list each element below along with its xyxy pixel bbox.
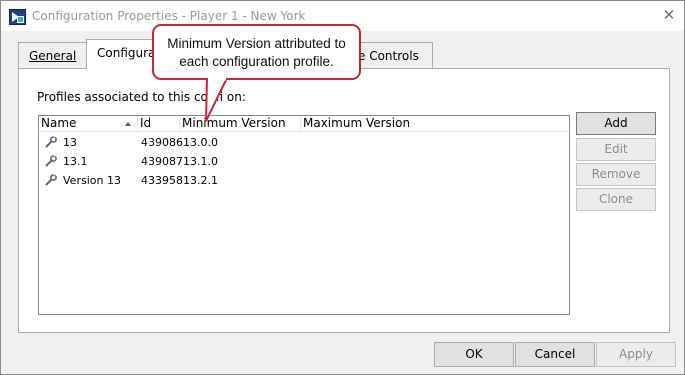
add-button-label: Add: [604, 116, 628, 130]
window-title: Configuration Properties - Player 1 - Ne…: [32, 9, 306, 23]
cancel-button[interactable]: Cancel: [515, 342, 595, 367]
row-min-version: 13.0.0: [183, 136, 218, 149]
row-name: Version 13: [63, 174, 121, 187]
callout-text: Minimum Version attributed to each confi…: [156, 35, 357, 71]
sort-ascending-icon: [125, 122, 131, 126]
callout-line-1: Minimum Version attributed to: [167, 36, 346, 51]
edit-button-label: Edit: [604, 142, 628, 156]
column-max-label: Maximum Version: [303, 116, 411, 130]
row-min-version: 13.1.0: [183, 155, 218, 168]
table-row[interactable]: Version 13 433958 13.2.1: [39, 171, 569, 189]
column-id-label: Id: [140, 116, 152, 130]
callout-annotation: Minimum Version attributed to each confi…: [152, 24, 361, 80]
remove-button[interactable]: Remove: [576, 163, 656, 186]
row-id: 439086: [141, 136, 183, 149]
clone-button[interactable]: Clone: [576, 188, 656, 211]
cancel-button-label: Cancel: [534, 347, 576, 361]
remove-button-label: Remove: [591, 167, 641, 181]
row-name: 13: [63, 136, 77, 149]
profiles-list[interactable]: Name Id Minimum Version Maximum Version …: [38, 115, 570, 315]
table-row[interactable]: 13 439086 13.0.0: [39, 133, 569, 151]
row-id: 433958: [141, 174, 183, 187]
wrench-icon: [45, 173, 57, 186]
column-header-max-version[interactable]: Maximum Version: [301, 116, 569, 132]
tab-panel: Profiles associated to this confi on: Na…: [18, 68, 670, 333]
column-name-label: Name: [41, 116, 77, 130]
apply-button-label: Apply: [619, 347, 653, 361]
row-name: 13.1: [63, 155, 88, 168]
tab-controls-label: e Controls: [358, 49, 419, 63]
callout-pointer: [205, 77, 228, 122]
clone-button-label: Clone: [598, 192, 634, 206]
ok-button-label: OK: [465, 347, 483, 361]
apply-button[interactable]: Apply: [596, 342, 676, 367]
add-button[interactable]: Add: [576, 112, 656, 135]
column-header-id[interactable]: Id: [138, 116, 180, 132]
table-row[interactable]: 13.1 439087 13.1.0: [39, 152, 569, 170]
edit-button[interactable]: Edit: [576, 138, 656, 161]
wrench-icon: [45, 154, 57, 167]
ok-button[interactable]: OK: [434, 342, 514, 367]
row-min-version: 13.2.1: [183, 174, 218, 187]
app-logo-icon: [9, 9, 26, 25]
column-header-name[interactable]: Name: [39, 116, 138, 132]
row-id: 439087: [141, 155, 183, 168]
tab-general[interactable]: General: [18, 42, 88, 69]
wrench-icon: [45, 135, 57, 148]
callout-line-2: each configuration profile.: [179, 54, 334, 69]
close-icon[interactable]: ✕: [661, 7, 677, 23]
tab-general-label: General: [29, 49, 77, 63]
tab-controls[interactable]: e Controls: [353, 42, 433, 69]
dialog-window: Configuration Properties - Player 1 - Ne…: [0, 0, 685, 375]
